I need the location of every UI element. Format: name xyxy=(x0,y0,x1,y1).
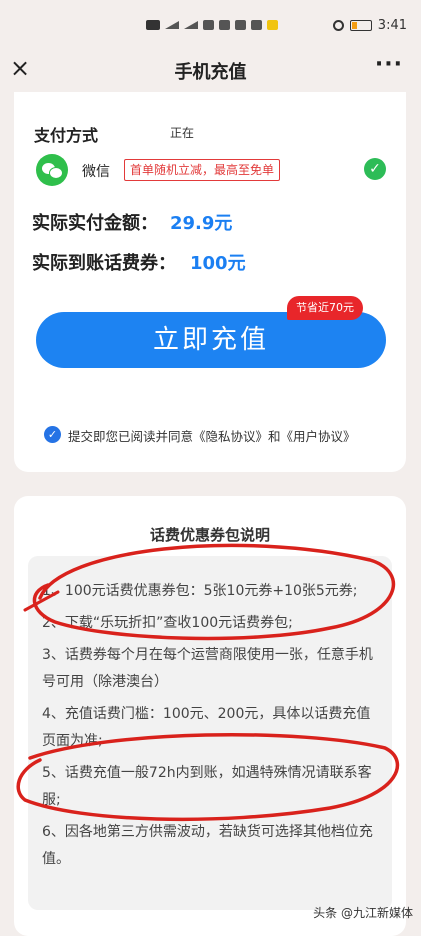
watermark: 头条 @九江新媒体 xyxy=(313,906,413,920)
status-bar: 3:41 xyxy=(0,0,421,48)
actual-pay-label: 实际实付金额： xyxy=(32,213,158,234)
wechat-pay-label[interactable]: 微信 xyxy=(82,161,110,181)
info-item: 3、话费券每个月在每个运营商限使用一张，任意手机号可用（除港澳台） xyxy=(42,647,373,690)
agreement-check-icon[interactable]: ✓ xyxy=(44,426,61,443)
credit-value: 100元 xyxy=(190,253,246,274)
info-item: 1、100元话费优惠券包：5张10元券+10张5元券; xyxy=(42,583,358,599)
nav-bar: × 手机充值 ··· xyxy=(0,48,421,92)
status-time: 3:41 xyxy=(377,18,407,33)
info-item: 5、话费充值一般72h内到账，如遇特殊情况请联系客服; xyxy=(42,765,372,808)
promo-badge: 首单随机立减，最高至免单 xyxy=(124,159,281,181)
lock-icon xyxy=(219,20,230,30)
signal-icon-2 xyxy=(184,21,198,29)
status-icons xyxy=(146,20,278,30)
recharge-button[interactable]: 立即充值 xyxy=(36,312,386,368)
message-icon xyxy=(235,20,246,30)
page-title: 手机充值 xyxy=(174,62,247,83)
more-menu-icon[interactable]: ··· xyxy=(375,52,403,77)
signal-icon xyxy=(165,21,179,29)
info-title: 话费优惠券包说明 xyxy=(149,526,270,544)
info-item: 2、下载“乐玩折扣”查收100元话费券包; xyxy=(42,615,293,631)
status-right: 3:41 xyxy=(332,18,407,33)
app-icon xyxy=(267,20,278,30)
agreement-text[interactable]: 提交即您已阅读并同意《隐私协议》和《用户协议》 xyxy=(68,426,356,445)
alarm-icon xyxy=(332,20,344,31)
actual-pay-value: 29.9元 xyxy=(170,213,233,234)
info-list: 1、100元话费优惠券包：5张10元券+10张5元券; 2、下载“乐玩折扣”查收… xyxy=(42,578,382,878)
notification-icon xyxy=(203,20,214,30)
info-item: 4、充值话费门槛：100元、200元，具体以话费充值页面为准; xyxy=(42,706,371,749)
check-icon[interactable]: ✓ xyxy=(364,158,386,180)
savings-badge: 节省近70元 xyxy=(287,296,363,320)
battery-icon xyxy=(349,20,372,31)
info-card: 话费优惠券包说明 1、100元话费优惠券包：5张10元券+10张5元券; 2、下… xyxy=(14,496,406,936)
shield-icon xyxy=(251,20,262,30)
info-item: 6、因各地第三方供需波动，若缺货可选择其他档位充值。 xyxy=(42,824,373,867)
payment-card: 支付方式 正在 微信 首单随机立减，最高至免单 ✓ 实际实付金额： 29.9元 … xyxy=(14,92,406,472)
info-box: 1、100元话费优惠券包：5张10元券+10张5元券; 2、下载“乐玩折扣”查收… xyxy=(28,556,392,910)
credit-label: 实际到账话费券： xyxy=(32,253,176,274)
payment-status-text: 正在 xyxy=(170,126,195,140)
wechat-icon[interactable] xyxy=(36,154,68,186)
hd-icon xyxy=(146,20,160,30)
payment-section-title: 支付方式 xyxy=(34,126,99,145)
